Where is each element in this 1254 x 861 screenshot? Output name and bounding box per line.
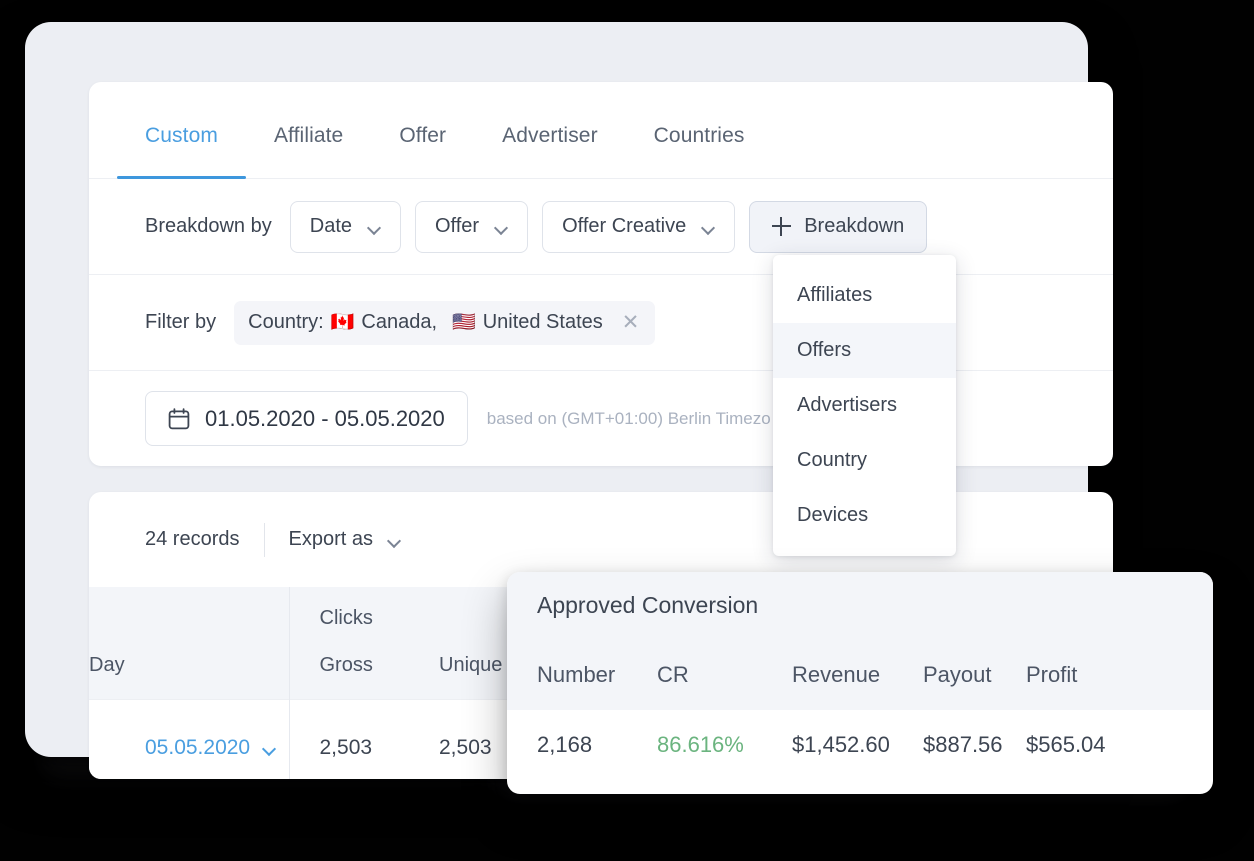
calendar-icon — [168, 408, 190, 430]
column-header-number[interactable]: Number — [537, 662, 657, 688]
app-window: Custom Affiliate Offer Advertiser Countr… — [25, 22, 1088, 757]
date-range-picker[interactable]: 01.05.2020 - 05.05.2020 — [145, 391, 468, 446]
timezone-note: based on (GMT+01:00) Berlin Timezo — [487, 409, 771, 429]
day-value: 05.05.2020 — [145, 736, 250, 760]
menu-item-advertisers[interactable]: Advertisers — [773, 378, 956, 433]
close-icon[interactable]: ✕ — [622, 312, 640, 333]
value-cr: 86.616% — [657, 732, 792, 758]
column-header-gross[interactable]: Clicks Gross — [289, 587, 439, 699]
chevron-down-icon — [263, 744, 276, 752]
menu-item-label: Country — [797, 449, 867, 471]
records-count: 24 records — [145, 528, 264, 551]
filters-card: Custom Affiliate Offer Advertiser Countr… — [89, 82, 1113, 466]
breakdown-dropdown-menu[interactable]: Affiliates Offers Advertisers Country De… — [773, 255, 956, 556]
column-header-revenue[interactable]: Revenue — [792, 662, 923, 688]
breakdown-pill-offer[interactable]: Offer — [415, 201, 528, 253]
chevron-down-icon — [368, 223, 381, 231]
date-range-value: 01.05.2020 - 05.05.2020 — [205, 406, 445, 432]
menu-item-devices[interactable]: Devices — [773, 488, 956, 543]
breakdown-row: Breakdown by Date Offer Offer Creative B… — [89, 179, 1113, 275]
column-group-clicks: Clicks — [320, 607, 440, 630]
value-revenue: $1,452.60 — [792, 732, 923, 758]
pill-label: Offer — [435, 215, 479, 238]
conversion-panel-title: Approved Conversion — [537, 572, 1213, 619]
chevron-down-icon — [495, 223, 508, 231]
chip-prefix: Country: — [248, 311, 324, 334]
export-as-label: Export as — [289, 528, 373, 551]
pill-label: Offer Creative — [562, 215, 686, 238]
day-expand-link[interactable]: 05.05.2020 — [145, 736, 276, 760]
add-breakdown-label: Breakdown — [804, 215, 904, 238]
screenshot-stage: Custom Affiliate Offer Advertiser Countr… — [0, 0, 1254, 861]
tab-offer[interactable]: Offer — [399, 124, 446, 178]
cell-clicks-gross: 2,503 — [289, 699, 439, 779]
column-header-cr[interactable]: CR — [657, 662, 792, 688]
tab-label: Custom — [145, 124, 218, 147]
usa-flag-icon: 🇺🇸 — [452, 313, 476, 332]
column-header-day[interactable]: Day — [89, 587, 289, 699]
menu-item-offers[interactable]: Offers — [773, 323, 956, 378]
plus-icon — [772, 217, 791, 236]
tab-affiliate[interactable]: Affiliate — [274, 124, 343, 178]
export-as-button[interactable]: Export as — [264, 523, 401, 557]
column-header-label: Day — [89, 654, 125, 676]
menu-item-label: Devices — [797, 504, 868, 526]
add-breakdown-button[interactable]: Breakdown — [749, 201, 927, 253]
menu-item-label: Offers — [797, 339, 851, 361]
approved-conversion-panel: Approved Conversion Number CR Revenue Pa… — [507, 572, 1213, 794]
value-number: 2,168 — [537, 732, 657, 758]
column-header-profit[interactable]: Profit — [1026, 662, 1136, 688]
breakdown-pill-date[interactable]: Date — [290, 201, 401, 253]
breakdown-pill-offer-creative[interactable]: Offer Creative — [542, 201, 735, 253]
conversion-panel-header: Approved Conversion Number CR Revenue Pa… — [507, 572, 1213, 710]
conversion-panel-columns: Number CR Revenue Payout Profit — [537, 662, 1189, 688]
chevron-down-icon — [388, 536, 401, 544]
tab-label: Countries — [654, 124, 745, 147]
value-payout: $887.56 — [923, 732, 1026, 758]
tab-label: Advertiser — [502, 124, 598, 147]
tab-advertiser[interactable]: Advertiser — [502, 124, 598, 178]
breakdown-by-label: Breakdown by — [145, 215, 272, 238]
conversion-panel-values-row: 2,168 86.616% $1,452.60 $887.56 $565.04 — [537, 732, 1189, 758]
tab-countries[interactable]: Countries — [654, 124, 745, 178]
menu-item-country[interactable]: Country — [773, 433, 956, 488]
canada-flag-icon: 🇨🇦 — [331, 313, 355, 332]
country-filter-chip[interactable]: Country: 🇨🇦 Canada, 🇺🇸 United States ✕ — [234, 301, 655, 345]
column-header-payout[interactable]: Payout — [923, 662, 1026, 688]
filter-by-label: Filter by — [145, 311, 216, 334]
date-row: 01.05.2020 - 05.05.2020 based on (GMT+01… — [89, 371, 1113, 466]
chevron-down-icon — [702, 223, 715, 231]
chip-country-united-states: United States — [483, 311, 603, 334]
tab-custom[interactable]: Custom — [145, 124, 218, 178]
report-tabs: Custom Affiliate Offer Advertiser Countr… — [89, 82, 1113, 179]
cell-day[interactable]: 05.05.2020 — [89, 699, 289, 779]
tab-label: Offer — [399, 124, 446, 147]
pill-label: Date — [310, 215, 352, 238]
column-header-label: Gross — [320, 654, 440, 677]
menu-item-label: Advertisers — [797, 394, 897, 416]
tab-label: Affiliate — [274, 124, 343, 147]
menu-item-affiliates[interactable]: Affiliates — [773, 268, 956, 323]
value-profit: $565.04 — [1026, 732, 1136, 758]
menu-item-label: Affiliates — [797, 284, 872, 306]
filter-row: Filter by Country: 🇨🇦 Canada, 🇺🇸 United … — [89, 275, 1113, 371]
chip-country-canada: Canada, — [361, 311, 437, 334]
